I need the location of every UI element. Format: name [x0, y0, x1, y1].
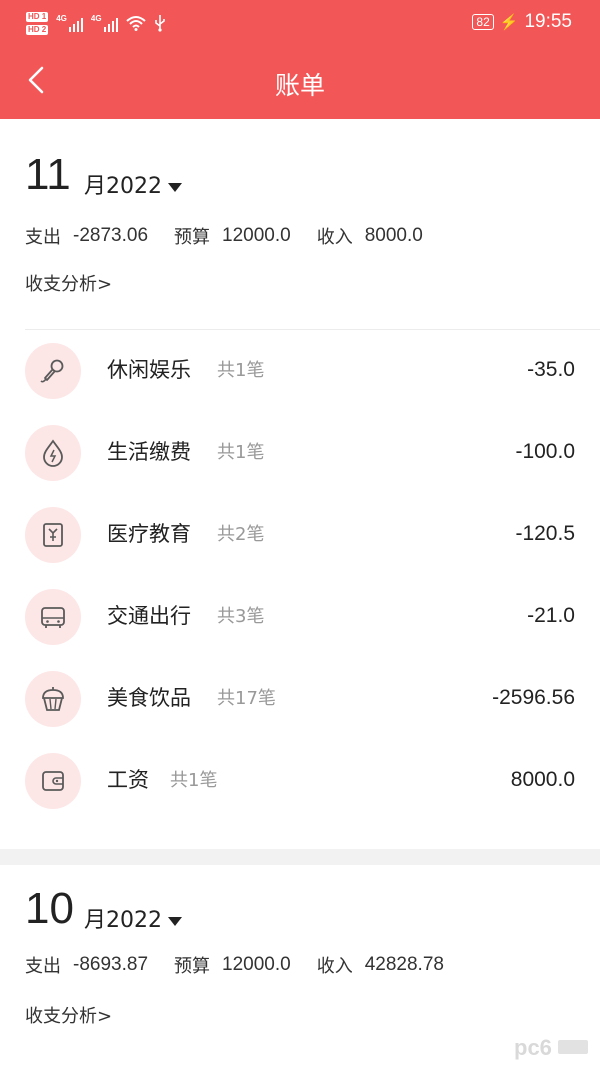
category-amount: 8000.0	[510, 768, 575, 791]
category-amount: -120.5	[515, 522, 575, 545]
category-name: 交通出行	[107, 604, 191, 628]
category-amount: -100.0	[515, 440, 575, 463]
transaction-count: 共1笔	[170, 770, 218, 791]
wallet-icon	[42, 771, 64, 791]
income-label: 收入	[316, 956, 353, 977]
month-header: 11 月2022	[0, 119, 600, 211]
hd1-badge: HD 1	[26, 11, 49, 22]
category-icon-bg	[25, 671, 81, 727]
budget-label: 预算	[174, 956, 211, 977]
network-1-label: 4G	[56, 14, 67, 23]
budget-label: 预算	[174, 227, 211, 248]
clock: 19:55	[524, 11, 572, 32]
list-item[interactable]: 交通出行 共3笔 -21.0	[0, 576, 600, 658]
watermark-logo: pc6	[514, 1035, 588, 1060]
category-icon-bg	[25, 589, 81, 645]
budget-value: 12000.0	[222, 225, 291, 246]
analysis-link[interactable]: 收支分析>	[0, 993, 600, 1041]
transaction-count: 共1笔	[217, 360, 265, 381]
list-item[interactable]: 医疗教育 共2笔 -120.5	[0, 494, 600, 576]
category-name: 休闲娱乐	[107, 358, 191, 382]
transaction-count: 共3笔	[217, 606, 265, 627]
category-list: 休闲娱乐 共1笔 -35.0 生活缴费 共1笔 -100.0 医疗教育 共2笔 …	[0, 330, 600, 822]
category-icon-bg	[25, 753, 81, 809]
cupcake-icon	[42, 687, 64, 711]
battery-level: 82	[472, 14, 494, 30]
category-name: 医疗教育	[107, 522, 191, 546]
dropdown-caret-icon	[168, 182, 182, 192]
section-separator	[0, 849, 600, 865]
nav-bar: 账单	[0, 44, 600, 119]
status-bar: HD 1 HD 2 4G 4G 82 ⚡ 19:55	[0, 0, 600, 44]
transaction-count: 共17笔	[217, 688, 276, 709]
category-name: 美食饮品	[107, 686, 191, 710]
income-label: 收入	[316, 227, 353, 248]
month-summary: 支出 -2873.06 预算 12000.0 收入 8000.0	[0, 211, 600, 261]
month-number: 10	[25, 884, 74, 933]
page-title: 账单	[274, 71, 325, 100]
transaction-count: 共2笔	[217, 524, 265, 545]
budget-value: 12000.0	[222, 954, 291, 975]
water-drop-icon	[43, 439, 63, 467]
microphone-icon	[40, 359, 64, 383]
analysis-link[interactable]: 收支分析>	[0, 261, 600, 309]
dropdown-caret-icon	[168, 916, 182, 926]
list-item[interactable]: 休闲娱乐 共1笔 -35.0	[0, 330, 600, 412]
category-icon-bg	[25, 507, 81, 563]
month-number: 11	[25, 150, 71, 199]
signal-1-icon: 4G	[56, 14, 83, 32]
expense-value: -8693.87	[73, 954, 149, 975]
income-value: 8000.0	[364, 225, 423, 246]
charging-icon: ⚡	[499, 14, 519, 31]
list-item[interactable]: 生活缴费 共1笔 -100.0	[0, 412, 600, 494]
month-header: 10 月2022	[0, 865, 600, 937]
bus-icon	[41, 607, 65, 628]
expense-label: 支出	[25, 956, 61, 977]
transaction-count: 共1笔	[217, 442, 265, 463]
category-amount: -35.0	[527, 358, 575, 381]
month-year-label: 月2022	[84, 908, 162, 933]
hd2-badge: HD 2	[26, 24, 49, 35]
category-icon-bg	[25, 425, 81, 481]
category-name: 工资	[107, 768, 149, 792]
list-item[interactable]: 美食饮品 共17笔 -2596.56	[0, 658, 600, 740]
month-summary: 支出 -8693.87 预算 12000.0 收入 42828.78	[0, 937, 600, 993]
usb-icon	[154, 15, 165, 32]
month-year-label: 月2022	[84, 174, 162, 199]
expense-value: -2873.06	[73, 225, 149, 246]
medical-box-icon	[43, 523, 63, 547]
category-icon-bg	[25, 343, 81, 399]
category-name: 生活缴费	[107, 440, 191, 464]
income-value: 42828.78	[364, 954, 444, 975]
signal-2-icon: 4G	[91, 14, 118, 32]
network-2-label: 4G	[90, 14, 102, 23]
bill-content: 11 月2022 支出 -2873.06 预算 12000.0 收入 8000.…	[0, 119, 600, 1041]
svg-text:pc6: pc6	[514, 1035, 552, 1060]
category-amount: -2596.56	[492, 686, 575, 709]
list-item[interactable]: 工资 共1笔 8000.0	[0, 740, 600, 822]
wifi-icon	[125, 16, 146, 31]
month-selector[interactable]: 月2022	[84, 909, 182, 933]
expense-label: 支出	[25, 227, 61, 248]
category-amount: -21.0	[527, 604, 575, 627]
month-selector[interactable]: 月2022	[84, 175, 182, 199]
